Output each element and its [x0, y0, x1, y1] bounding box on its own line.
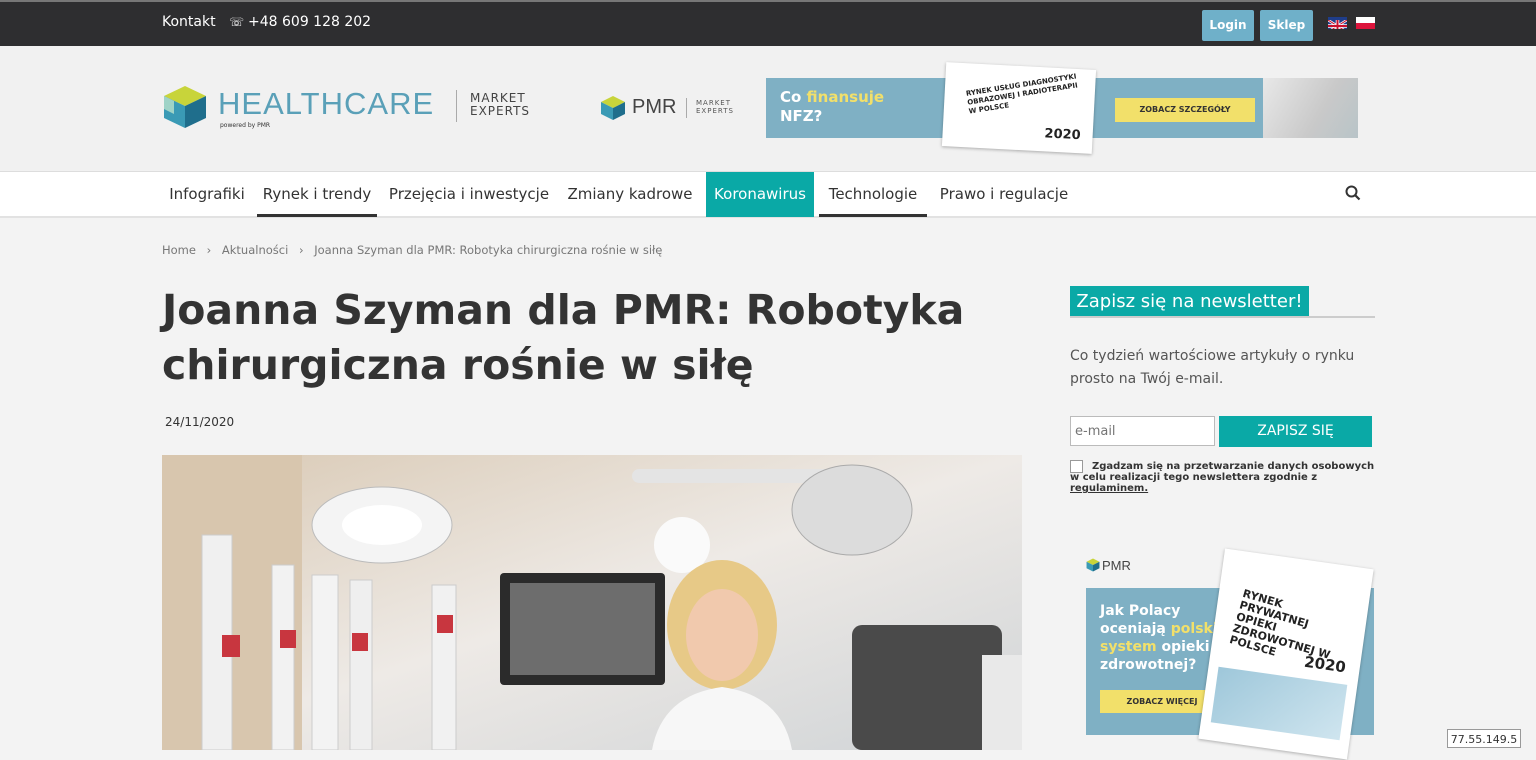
banner-headline: Co finansuje NFZ?: [780, 88, 884, 126]
banner-text-after: NFZ?: [780, 107, 823, 125]
ad-line-2b: polski: [1170, 621, 1218, 637]
breadcrumb-home[interactable]: Home: [162, 243, 196, 257]
banner-cta-button[interactable]: ZOBACZ SZCZEGÓŁY: [1115, 98, 1255, 122]
breadcrumb-separator: ›: [298, 243, 304, 257]
newsletter-description: Co tydzień wartościowe artykuły o rynku …: [1070, 348, 1355, 387]
breadcrumb: Home › Aktualności › Joanna Szyman dla P…: [162, 243, 669, 257]
ip-address-badge: 77.55.149.5: [1447, 729, 1521, 748]
ad-line-3a: system: [1100, 639, 1157, 655]
banner-text-before: Co: [780, 88, 807, 106]
phone-icon: ☏: [229, 15, 245, 29]
site-header: HEALTHCARE powered by PMR MARKET EXPERTS…: [0, 46, 1536, 171]
operating-room-photo: [162, 455, 1022, 750]
search-icon[interactable]: [1345, 185, 1361, 201]
english-flag-icon[interactable]: [1328, 17, 1347, 29]
sidebar-ad-report-cover: RYNEK PRYWATNEJ OPIEKI ZDROWOTNEJ W POLS…: [1198, 548, 1374, 760]
article-hero-image: [162, 455, 1022, 750]
ad-line-2: oceniają polski: [1100, 620, 1218, 638]
newsletter-consent-text: Zgadzam się na przetwarzanie danych osob…: [1070, 461, 1375, 494]
shop-button[interactable]: Sklep: [1260, 10, 1313, 41]
nav-item-prawo-i-regulacje[interactable]: Prawo i regulacje: [933, 172, 1075, 217]
phone-text: +48 609 128 202: [248, 14, 372, 30]
pmr-divider: [686, 98, 687, 118]
nav-item-przejecia-i-inwestycje[interactable]: Przejęcia i inwestycje: [384, 172, 554, 217]
pmr-ad-logo-text: PMR: [1102, 558, 1131, 573]
pmr-ad-logo-icon: [1086, 558, 1100, 572]
ad-line-3: system opieki: [1100, 638, 1218, 656]
banner-report-title: RYNEK USŁUG DIAGNOSTYKI OBRAZOWEJ I RADI…: [965, 72, 1079, 116]
nav-item-technologie[interactable]: Technologie: [819, 172, 927, 217]
newsletter-divider: [1070, 316, 1375, 318]
healthcare-logo-icon[interactable]: [162, 84, 208, 130]
pmr-market-experts-text: MARKET EXPERTS: [696, 99, 734, 115]
nav-item-koronawirus[interactable]: Koronawirus: [706, 172, 814, 217]
polish-flag-icon[interactable]: [1356, 17, 1375, 29]
regulamin-link[interactable]: regulaminem.: [1070, 483, 1148, 494]
banner-photo: [1263, 78, 1358, 138]
nav-item-zmiany-kadrowe[interactable]: Zmiany kadrowe: [561, 172, 699, 217]
main-navigation: Infografiki Rynek i trendy Przejęcia i i…: [0, 171, 1536, 218]
article-title: Joanna Szyman dla PMR: Robotyka chirurgi…: [162, 286, 965, 389]
newsletter-submit-button[interactable]: ZAPISZ SIĘ: [1219, 416, 1372, 447]
consent-text: Zgadzam się na przetwarzanie danych osob…: [1070, 461, 1375, 483]
pmr-market-line-1: MARKET: [696, 99, 731, 107]
ad-line-1: Jak Polacy: [1100, 603, 1181, 619]
banner-report-cover: RYNEK USŁUG DIAGNOSTYKI OBRAZOWEJ I RADI…: [941, 62, 1097, 154]
top-bar: Kontakt ☏ +48 609 128 202 Login Sklep: [0, 0, 1536, 46]
nav-item-infografiki[interactable]: Infografiki: [162, 172, 252, 217]
contact-link[interactable]: Kontakt: [162, 14, 216, 30]
phone-number[interactable]: ☏ +48 609 128 202: [229, 14, 371, 30]
newsletter-title: Zapisz się na newsletter!: [1070, 286, 1309, 318]
powered-by-text: powered by PMR: [220, 122, 271, 129]
banner-text-highlight: finansuje: [806, 88, 885, 106]
ad-line-2a: oceniają: [1100, 621, 1171, 637]
breadcrumb-current: Joanna Szyman dla PMR: Robotyka chirurgi…: [314, 243, 663, 257]
nav-item-rynek-i-trendy[interactable]: Rynek i trendy: [257, 172, 377, 217]
article-date: 24/11/2020: [165, 415, 235, 429]
healthcare-logo-text[interactable]: HEALTHCARE: [218, 86, 434, 122]
pmr-market-line-2: EXPERTS: [696, 107, 734, 115]
login-button[interactable]: Login: [1202, 10, 1254, 41]
market-experts-text: MARKET EXPERTS: [470, 92, 530, 118]
header-ad-banner[interactable]: Co finansuje NFZ? RYNEK USŁUG DIAGNOSTYK…: [766, 62, 1358, 154]
sidebar-ad-headline: Jak Polacy oceniają polski system opieki…: [1100, 602, 1218, 674]
banner-report-year: 2020: [1044, 126, 1082, 144]
pmr-logo-text[interactable]: PMR: [632, 96, 676, 119]
logo-divider: [456, 90, 457, 122]
ad-line-4: zdrowotnej?: [1100, 657, 1197, 673]
breadcrumb-separator: ›: [206, 243, 212, 257]
sidebar-ad-banner[interactable]: PMR Jak Polacy oceniają polski system op…: [1086, 548, 1376, 760]
sidebar-ad-report-image: [1210, 666, 1348, 741]
newsletter-email-input[interactable]: [1070, 416, 1215, 446]
breadcrumb-section[interactable]: Aktualności: [222, 243, 288, 257]
pmr-logo-icon[interactable]: [600, 95, 626, 121]
ad-line-3b: opieki: [1156, 639, 1210, 655]
market-line-2: EXPERTS: [470, 104, 531, 118]
